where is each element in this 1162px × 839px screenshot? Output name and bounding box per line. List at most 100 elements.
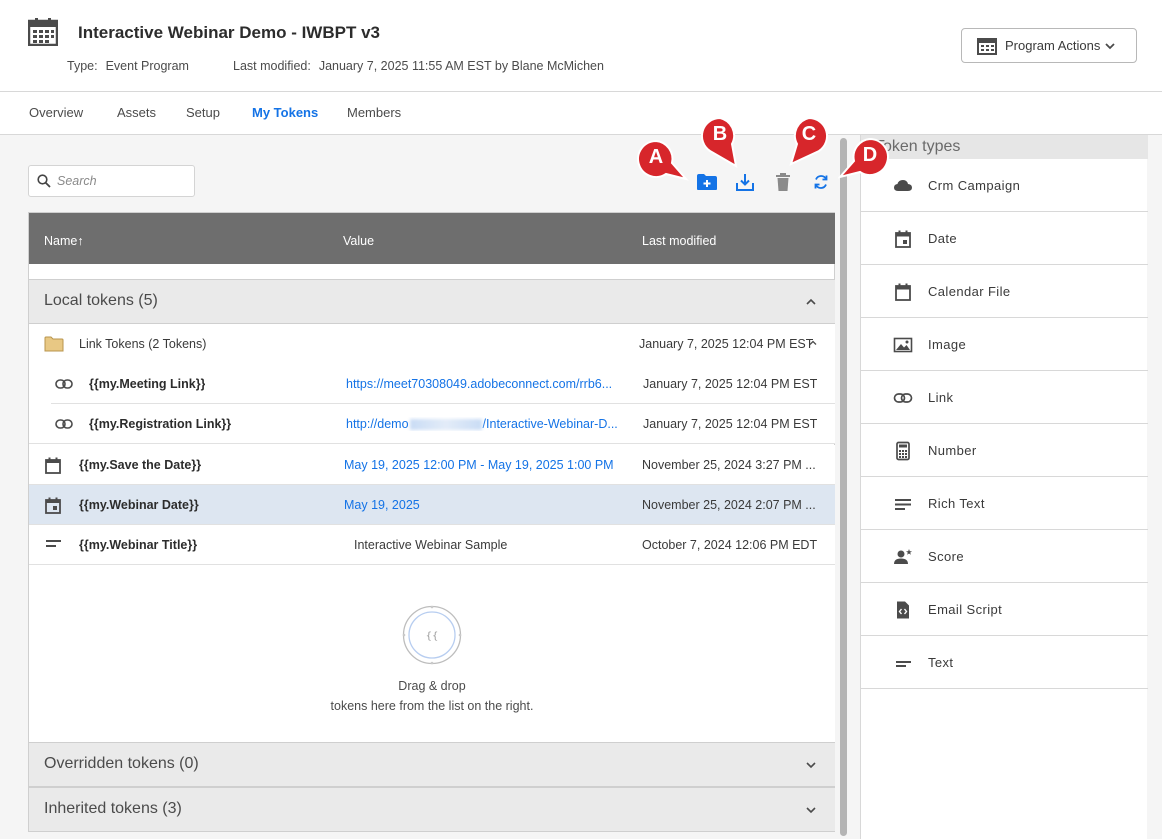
link-icon — [893, 393, 913, 403]
table-row[interactable]: {{my.Save the Date}} May 19, 2025 12:00 … — [29, 445, 835, 485]
delete-button[interactable] — [772, 171, 794, 193]
column-last-modified[interactable]: Last modified — [642, 234, 716, 248]
chevron-down-icon — [806, 762, 816, 769]
rich-text-icon — [895, 499, 911, 510]
token-value[interactable]: https://meet70308049.adobeconnect.com/rr… — [346, 377, 628, 391]
token-value[interactable]: May 19, 2025 12:00 PM - May 19, 2025 1:0… — [344, 458, 628, 472]
token-type-score[interactable]: Score — [861, 530, 1148, 583]
token-type-label: Calendar File — [928, 284, 1011, 299]
calculator-icon — [896, 441, 910, 461]
token-modified: January 7, 2025 12:04 PM EST — [643, 417, 818, 431]
token-type-image[interactable]: Image — [861, 318, 1148, 371]
date-icon — [895, 230, 911, 248]
type-label: Type: — [67, 59, 98, 73]
search-input[interactable] — [57, 174, 187, 188]
last-modified: Last modified: January 7, 2025 11:55 AM E… — [233, 59, 604, 73]
token-type-label: Rich Text — [928, 496, 985, 511]
token-value[interactable]: May 19, 2025 — [344, 498, 420, 512]
score-icon — [894, 549, 912, 564]
token-name: {{my.Meeting Link}} — [89, 377, 206, 391]
token-type-label: Score — [928, 549, 964, 564]
token-name: {{my.Save the Date}} — [79, 458, 202, 472]
token-type-crm-campaign[interactable]: Crm Campaign — [861, 159, 1148, 212]
token-type-label: Crm Campaign — [928, 178, 1021, 193]
image-icon — [893, 337, 913, 353]
cloud-icon — [894, 180, 912, 191]
token-modified: October 7, 2024 12:06 PM EDT — [642, 538, 818, 552]
token-dropzone[interactable]: {{ Drag & drop tokens here from the list… — [29, 565, 835, 743]
column-value[interactable]: Value — [343, 234, 374, 248]
text-icon — [46, 540, 61, 547]
overridden-tokens-section[interactable]: Overridden tokens (0) — [29, 742, 835, 787]
token-type-email-script[interactable]: Email Script — [861, 583, 1148, 636]
text-icon — [896, 661, 911, 667]
section-label: Local tokens (5) — [44, 292, 158, 309]
tab-members[interactable]: Members — [347, 105, 401, 120]
value-suffix: /Interactive-Webinar-D... — [482, 417, 618, 431]
chevron-up-icon[interactable] — [809, 339, 817, 347]
token-name: {{my.Registration Link}} — [89, 417, 232, 431]
table-row[interactable]: {{my.Webinar Title}} Interactive Webinar… — [29, 525, 835, 565]
download-button[interactable] — [734, 171, 756, 193]
refresh-icon — [814, 175, 828, 189]
callout-d: D — [838, 137, 890, 179]
dropzone-title: Drag & drop — [398, 679, 466, 693]
chevron-up-icon — [806, 298, 816, 305]
column-name[interactable]: Name↑ — [44, 234, 84, 248]
tab-setup[interactable]: Setup — [186, 105, 220, 120]
token-value[interactable]: http://demo/Interactive-Webinar-D... — [346, 417, 628, 431]
date-icon — [45, 497, 61, 514]
token-type-date[interactable]: Date — [861, 212, 1148, 265]
trash-icon — [776, 173, 790, 191]
program-actions-label: Program Actions — [1005, 38, 1101, 53]
table-row[interactable]: {{my.Registration Link}} http://demo/Int… — [29, 404, 835, 444]
token-type-label: Email Script — [928, 602, 1003, 617]
local-tokens-section[interactable]: Local tokens (5) — [29, 279, 835, 324]
tab-my-tokens[interactable]: My Tokens — [252, 105, 318, 120]
token-name: {{my.Webinar Title}} — [79, 538, 198, 552]
token-value: Interactive Webinar Sample — [354, 538, 508, 552]
calendar-program-icon — [28, 18, 58, 46]
callout-letter: D — [862, 144, 878, 166]
section-label: Inherited tokens (3) — [44, 800, 182, 817]
refresh-button[interactable] — [810, 171, 832, 193]
dropzone-glyph: {{ — [426, 631, 439, 642]
program-actions-button[interactable]: Program Actions — [961, 28, 1137, 63]
table-row[interactable]: Link Tokens (2 Tokens) January 7, 2025 1… — [29, 324, 835, 364]
token-type-text[interactable]: Text — [861, 636, 1148, 689]
token-name: {{my.Webinar Date}} — [79, 498, 199, 512]
token-type-rich-text[interactable]: Rich Text — [861, 477, 1148, 530]
modified-value: January 7, 2025 11:55 AM EST by Blane Mc… — [318, 59, 604, 73]
table-row[interactable]: {{my.Meeting Link}} https://meet70308049… — [29, 364, 835, 404]
token-type-label: Text — [928, 655, 954, 670]
token-type-label: Link — [928, 390, 954, 405]
section-label: Overridden tokens (0) — [44, 755, 199, 772]
token-type-label: Date — [928, 231, 958, 246]
tab-overview[interactable]: Overview — [29, 105, 83, 120]
token-type-link[interactable]: Link — [861, 371, 1148, 424]
callout-c: C — [789, 116, 829, 166]
token-type-label: Number — [928, 443, 977, 458]
chevron-down-icon — [806, 807, 816, 814]
dropzone-hint: tokens here from the list on the right. — [330, 699, 534, 713]
scrollbar[interactable] — [840, 138, 847, 836]
inherited-tokens-section[interactable]: Inherited tokens (3) — [29, 787, 835, 832]
search-icon — [37, 174, 51, 188]
modified-label: Last modified: — [233, 59, 311, 73]
value-prefix: http://demo — [346, 417, 409, 431]
token-modified: January 7, 2025 12:04 PM EST — [643, 377, 818, 391]
token-types-header: Token types — [861, 135, 1148, 159]
table-row[interactable]: {{my.Webinar Date}} May 19, 2025 Novembe… — [29, 485, 835, 525]
link-icon — [55, 419, 73, 429]
tokens-table: Name↑ Value Last modified Local tokens (… — [28, 212, 835, 832]
new-folder-button[interactable] — [696, 171, 718, 193]
token-type-calendar-file[interactable]: Calendar File — [861, 265, 1148, 318]
token-types-panel: Token types Crm Campaign Date Calendar F… — [860, 135, 1148, 839]
token-braces-icon: {{ — [402, 605, 462, 665]
table-header: Name↑ Value Last modified — [29, 213, 835, 264]
token-type-number[interactable]: Number — [861, 424, 1148, 477]
callout-letter: C — [801, 123, 817, 145]
folder-modified: January 7, 2025 12:04 PM EST — [639, 337, 814, 351]
tab-assets[interactable]: Assets — [117, 105, 156, 120]
download-icon — [736, 174, 754, 191]
